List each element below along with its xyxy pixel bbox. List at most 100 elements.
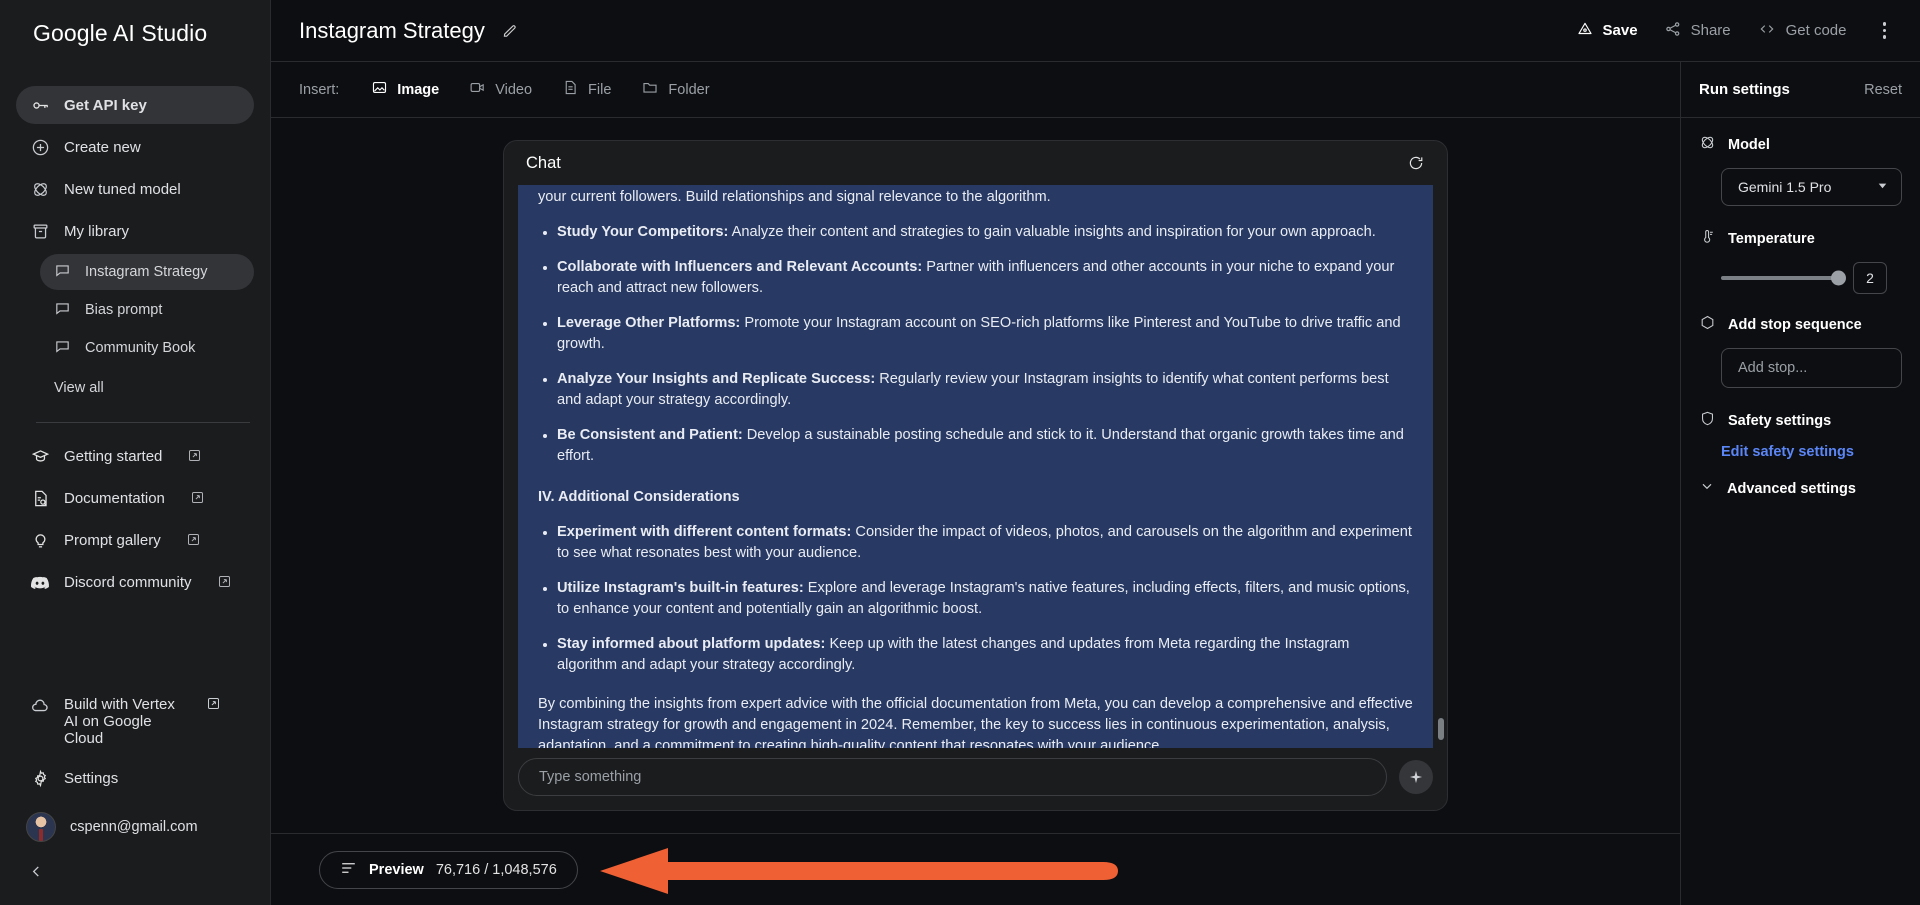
insert-file-button[interactable]: File xyxy=(550,73,623,106)
archive-icon xyxy=(30,221,50,241)
run-settings-body: Model Gemini 1.5 Pro Temperature 2 Add s… xyxy=(1681,118,1920,511)
sidebar-item-documentation[interactable]: Documentation xyxy=(16,479,254,517)
get-code-button[interactable]: Get code xyxy=(1757,20,1847,42)
bullet-list-strategies: Study Your Competitors: Analyze their co… xyxy=(538,222,1413,467)
share-label: Share xyxy=(1690,22,1731,39)
sidebar-bottom: Build with Vertex AI on Google Cloud Set… xyxy=(0,684,270,905)
advanced-settings-row[interactable]: Advanced settings xyxy=(1699,478,1902,499)
closing-paragraph: By combining the insights from expert ad… xyxy=(538,696,1413,748)
temperature-label: Temperature xyxy=(1728,231,1815,247)
sidebar-item-prompt-gallery[interactable]: Prompt gallery xyxy=(16,521,254,559)
insert-video-button[interactable]: Video xyxy=(457,73,544,106)
account-row[interactable]: cspenn@gmail.com xyxy=(16,805,254,849)
insert-bar: Insert: Image Video File Folder xyxy=(271,62,1680,118)
sidebar-label: My library xyxy=(64,222,130,240)
center-column: Insert: Image Video File Folder Chat you… xyxy=(271,62,1680,905)
send-prompt-button[interactable] xyxy=(1399,760,1433,794)
sidebar-item-vertex-ai[interactable]: Build with Vertex AI on Google Cloud xyxy=(16,688,254,755)
list-item: Experiment with different content format… xyxy=(538,522,1413,564)
account-email: cspenn@gmail.com xyxy=(70,819,198,835)
truncated-line: your current followers. Build relationsh… xyxy=(538,189,1051,205)
sidebar-view-all-link[interactable]: View all xyxy=(40,374,118,402)
sidebar-label: Discord community xyxy=(64,573,192,591)
collapse-sidebar-button[interactable] xyxy=(16,851,56,891)
temperature-control: 2 xyxy=(1721,262,1902,294)
external-link-icon xyxy=(206,696,221,715)
sidebar-item-community-book[interactable]: Community Book xyxy=(40,330,254,366)
folder-icon xyxy=(641,79,659,100)
top-bar: Instagram Strategy Save Share Get code xyxy=(271,0,1920,62)
sparkle-icon xyxy=(1409,770,1423,784)
sidebar-label: Prompt gallery xyxy=(64,531,161,549)
sidebar-item-instagram-strategy[interactable]: Instagram Strategy xyxy=(40,254,254,290)
bullet-lead: Collaborate with Influencers and Relevan… xyxy=(557,259,923,275)
footer-bar: Preview 76,716 / 1,048,576 xyxy=(271,833,1680,905)
sidebar-item-create-new[interactable]: Create new xyxy=(16,128,254,166)
insert-folder-button[interactable]: Folder xyxy=(629,73,721,106)
model-label: Model xyxy=(1728,137,1770,153)
sidebar-label: Get API key xyxy=(64,96,147,114)
insert-label-file: File xyxy=(588,81,612,98)
model-select[interactable]: Gemini 1.5 Pro xyxy=(1721,168,1902,206)
edit-safety-settings-link[interactable]: Edit safety settings xyxy=(1721,444,1902,460)
sidebar-item-getting-started[interactable]: Getting started xyxy=(16,437,254,475)
external-link-icon xyxy=(217,574,233,590)
body-row: Insert: Image Video File Folder Chat you… xyxy=(271,62,1920,905)
token-count: 76,716 / 1,048,576 xyxy=(435,861,557,878)
reset-button[interactable]: Reset xyxy=(1864,82,1902,98)
sidebar-label: Instagram Strategy xyxy=(85,264,208,280)
save-button[interactable]: Save xyxy=(1576,20,1638,42)
chat-message-model: your current followers. Build relationsh… xyxy=(518,185,1433,748)
insert-label-video: Video xyxy=(495,81,533,98)
sidebar-label: Settings xyxy=(64,769,119,787)
sidebar-item-new-tuned-model[interactable]: New tuned model xyxy=(16,170,254,208)
preview-token-chip[interactable]: Preview 76,716 / 1,048,576 xyxy=(319,850,578,889)
key-icon xyxy=(30,95,50,115)
add-stop-placeholder: Add stop... xyxy=(1738,360,1808,376)
sidebar-item-bias-prompt[interactable]: Bias prompt xyxy=(40,292,254,328)
plus-circle-icon xyxy=(30,137,50,157)
refresh-icon[interactable] xyxy=(1407,154,1425,172)
sidebar: Google AI Studio Get API key Create new … xyxy=(0,0,271,905)
gear-icon xyxy=(30,768,50,788)
safety-settings-row: Safety settings xyxy=(1699,410,1902,432)
sidebar-item-settings[interactable]: Settings xyxy=(16,759,254,797)
more-options-icon[interactable] xyxy=(1877,14,1893,47)
chevron-down-icon xyxy=(1699,478,1715,499)
code-icon xyxy=(1757,20,1777,42)
temperature-slider[interactable] xyxy=(1721,270,1846,286)
temperature-value[interactable]: 2 xyxy=(1853,262,1887,294)
insert-image-button[interactable]: Image xyxy=(359,73,451,106)
chat-scroll-area[interactable]: your current followers. Build relationsh… xyxy=(504,185,1447,748)
bullet-lead: Analyze Your Insights and Replicate Succ… xyxy=(557,371,876,387)
insert-label-folder: Folder xyxy=(668,81,710,98)
advanced-settings-label: Advanced settings xyxy=(1727,480,1856,497)
slider-knob[interactable] xyxy=(1831,270,1846,286)
sidebar-divider xyxy=(36,422,250,423)
graduation-cap-icon xyxy=(30,446,50,466)
chat-bubble-icon xyxy=(54,338,71,359)
sidebar-item-my-library[interactable]: My library xyxy=(16,212,254,250)
insert-label: Insert: xyxy=(299,81,340,98)
chat-input[interactable] xyxy=(518,758,1387,796)
chat-composer xyxy=(504,748,1447,810)
sidebar-label: Getting started xyxy=(64,447,163,465)
discord-icon xyxy=(30,572,50,592)
bullet-list-considerations: Experiment with different content format… xyxy=(538,522,1413,676)
add-stop-input[interactable]: Add stop... xyxy=(1721,348,1902,388)
external-link-icon xyxy=(190,490,206,506)
sidebar-item-get-api-key[interactable]: Get API key xyxy=(16,86,254,124)
bullet-lead: Study Your Competitors: xyxy=(557,224,729,240)
chat-scrollbar-thumb[interactable] xyxy=(1438,718,1444,740)
edit-pencil-icon[interactable] xyxy=(501,22,518,39)
sidebar-item-discord-community[interactable]: Discord community xyxy=(16,563,254,601)
list-item: Utilize Instagram's built-in features: E… xyxy=(538,578,1413,620)
bullet-lead: Leverage Other Platforms: xyxy=(557,315,741,331)
sidebar-label: Build with Vertex AI on Google Cloud xyxy=(64,696,175,747)
shield-icon xyxy=(1699,410,1716,432)
image-icon xyxy=(371,79,388,100)
top-actions: Save Share Get code xyxy=(1576,14,1892,47)
list-item: Leverage Other Platforms: Promote your I… xyxy=(538,313,1413,355)
share-button[interactable]: Share xyxy=(1664,20,1731,42)
sidebar-label: Bias prompt xyxy=(85,302,163,318)
